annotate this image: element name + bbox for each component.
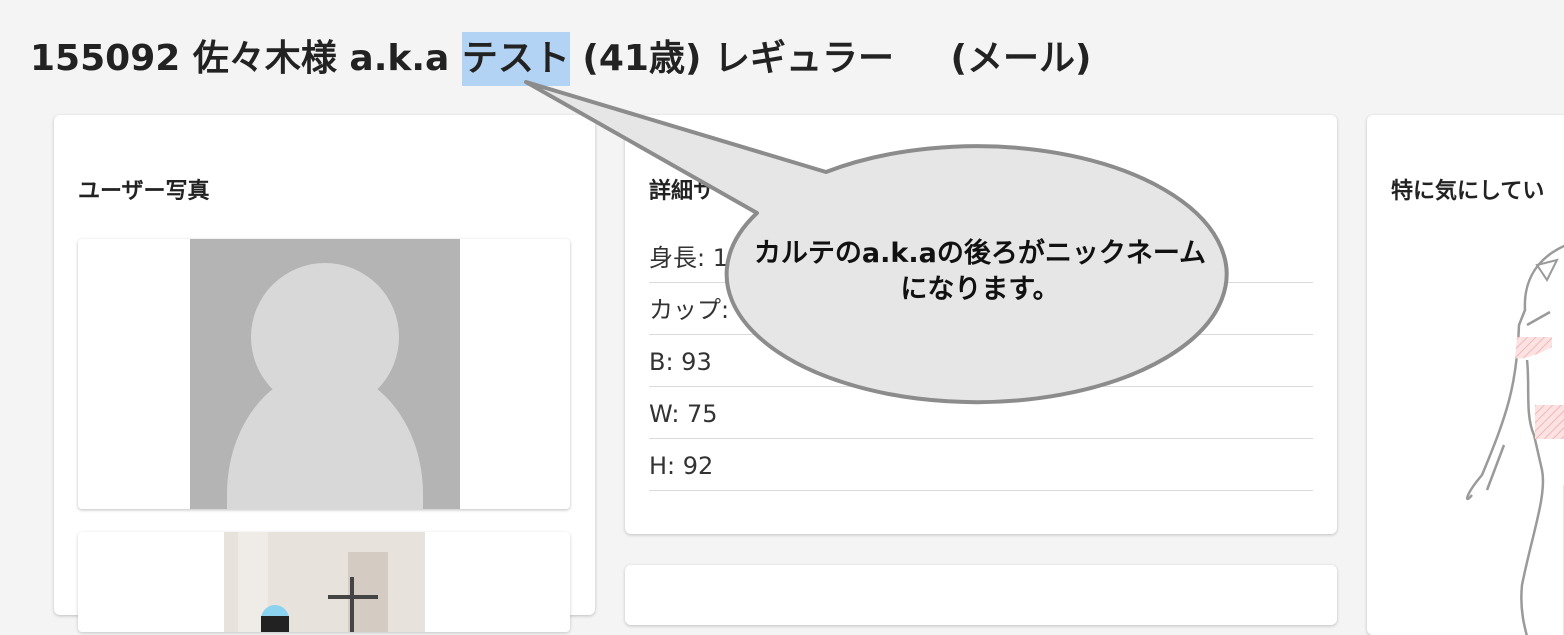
callout-text: カルテのa.k.aの後ろがニックネーム になります。 [740,236,1220,308]
callout-line-1: カルテのa.k.aの後ろがニックネーム [753,238,1207,269]
callout-line-2: になります。 [900,274,1060,305]
